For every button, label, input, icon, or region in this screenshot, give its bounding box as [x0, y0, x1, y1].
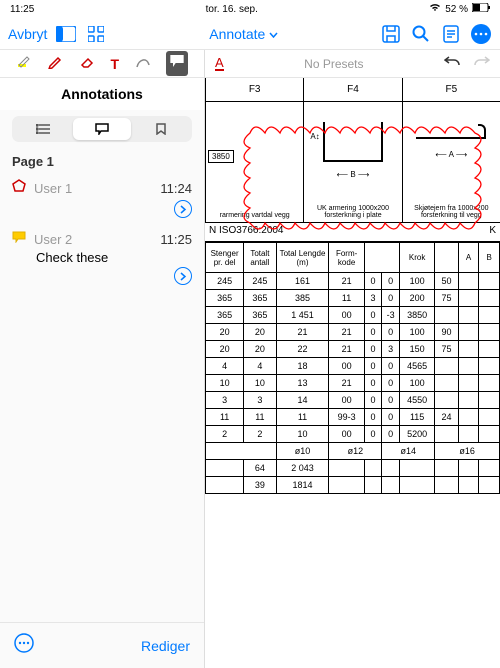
- more-actions-icon[interactable]: [14, 633, 34, 658]
- pen-icon[interactable]: [47, 53, 63, 74]
- panel-title: Annotations: [0, 78, 204, 110]
- annotation-user: User 2: [34, 232, 152, 247]
- sidebar-toggle-icon[interactable]: [55, 23, 77, 45]
- annotation-toolbar: T: [0, 50, 204, 78]
- undo-icon[interactable]: [444, 54, 460, 73]
- edit-button[interactable]: Rediger: [141, 638, 190, 654]
- annotation-item[interactable]: User 2 11:25 Check these: [0, 226, 204, 293]
- note-icon[interactable]: [440, 23, 462, 45]
- annotation-user: User 1: [34, 181, 152, 196]
- status-bar: 11:25 tor. 16. sep. 52 %: [0, 0, 500, 18]
- page-header: Page 1: [0, 148, 204, 175]
- seg-bookmarks[interactable]: [131, 118, 190, 140]
- annotation-time: 11:25: [160, 232, 192, 247]
- search-icon[interactable]: [410, 23, 432, 45]
- data-table: Stenger pr. delTotalt antallTotal Lengde…: [205, 242, 500, 443]
- wifi-icon: [429, 3, 441, 15]
- shape-icon: [12, 179, 26, 198]
- chevron-icon[interactable]: [174, 200, 192, 218]
- col-header: F5: [402, 78, 500, 101]
- text-color-icon[interactable]: A: [215, 56, 224, 71]
- seg-comments[interactable]: [73, 118, 132, 140]
- cancel-button[interactable]: Avbryt: [8, 26, 47, 42]
- content-toolbar: A No Presets: [205, 50, 500, 78]
- more-icon[interactable]: [470, 23, 492, 45]
- text-tool-icon[interactable]: T: [110, 56, 119, 72]
- document: F3 F4 F5 3850 rarmering vartdal vegg A↕⟵…: [205, 78, 500, 668]
- chevron-icon[interactable]: [174, 267, 192, 285]
- diagram-label: Skjøtejern fra 1000x200 forsterkning til…: [403, 205, 500, 220]
- battery-icon: [472, 3, 490, 15]
- battery-pct: 52 %: [445, 4, 468, 15]
- seg-list[interactable]: [14, 118, 73, 140]
- view-segmented[interactable]: [12, 116, 192, 142]
- status-date: tor. 16. sep.: [206, 4, 258, 15]
- eraser-icon[interactable]: [79, 53, 95, 74]
- highlighter-icon[interactable]: [16, 53, 32, 74]
- diagram-label: rarmering vartdal vegg: [220, 212, 290, 220]
- comment-icon[interactable]: [166, 51, 188, 76]
- document-viewport[interactable]: A No Presets Note Delete F3 F4 F5 3850 r…: [205, 50, 500, 668]
- nav-title[interactable]: Annotate: [115, 26, 372, 42]
- save-icon[interactable]: [380, 23, 402, 45]
- lasso-icon[interactable]: [135, 53, 151, 74]
- redo-icon[interactable]: [474, 54, 490, 73]
- col-header: F4: [303, 78, 401, 101]
- col-header: F3: [205, 78, 303, 101]
- annotation-time: 11:24: [160, 181, 192, 196]
- status-time: 11:25: [10, 4, 34, 15]
- grid-icon[interactable]: [85, 23, 107, 45]
- presets-label[interactable]: No Presets: [304, 57, 363, 71]
- sidebar: T Annotations Page 1 User 1 11:24 User 2…: [0, 50, 205, 668]
- annotation-note: Check these: [36, 250, 192, 265]
- diagram-label: UK armering 1000x200 forsterkning i plat…: [304, 205, 401, 220]
- annotation-item[interactable]: User 1 11:24: [0, 175, 204, 226]
- note-shape-icon: [12, 230, 26, 248]
- nav-bar: Avbryt Annotate: [0, 18, 500, 50]
